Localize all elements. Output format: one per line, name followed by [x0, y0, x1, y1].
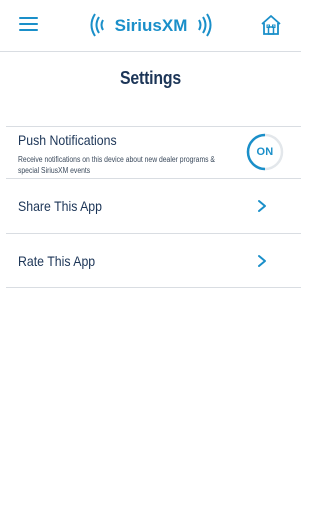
push-notifications-row: Push Notifications Receive notifications…	[6, 126, 301, 178]
home-icon	[261, 15, 281, 35]
hamburger-menu-icon-bar	[19, 23, 38, 25]
push-notifications-toggle[interactable]: ON	[245, 132, 285, 172]
siriusxm-logo: SiriusXM	[90, 13, 212, 37]
rate-app-row[interactable]: Rate This App	[6, 233, 301, 288]
logo-text: SiriusXM	[115, 16, 188, 35]
share-app-label: Share This App	[18, 198, 103, 214]
toggle-label: ON	[256, 146, 274, 158]
menu-button[interactable]	[15, 13, 41, 37]
hamburger-menu-icon-bar	[19, 29, 38, 31]
home-button[interactable]	[258, 12, 284, 38]
chevron-right-icon	[258, 255, 266, 267]
push-notifications-description: Receive notifications on this device abo…	[18, 155, 215, 175]
chevron-right-icon	[258, 200, 266, 212]
rate-app-label: Rate This App	[18, 253, 96, 269]
page-title: Settings	[119, 68, 182, 88]
share-app-row[interactable]: Share This App	[6, 178, 301, 233]
app-root: SiriusXM Settings Push Notifications Rec…	[0, 0, 301, 512]
hamburger-menu-icon	[19, 17, 38, 19]
push-notifications-title: Push Notifications	[18, 132, 117, 148]
app-header: SiriusXM	[0, 0, 301, 52]
